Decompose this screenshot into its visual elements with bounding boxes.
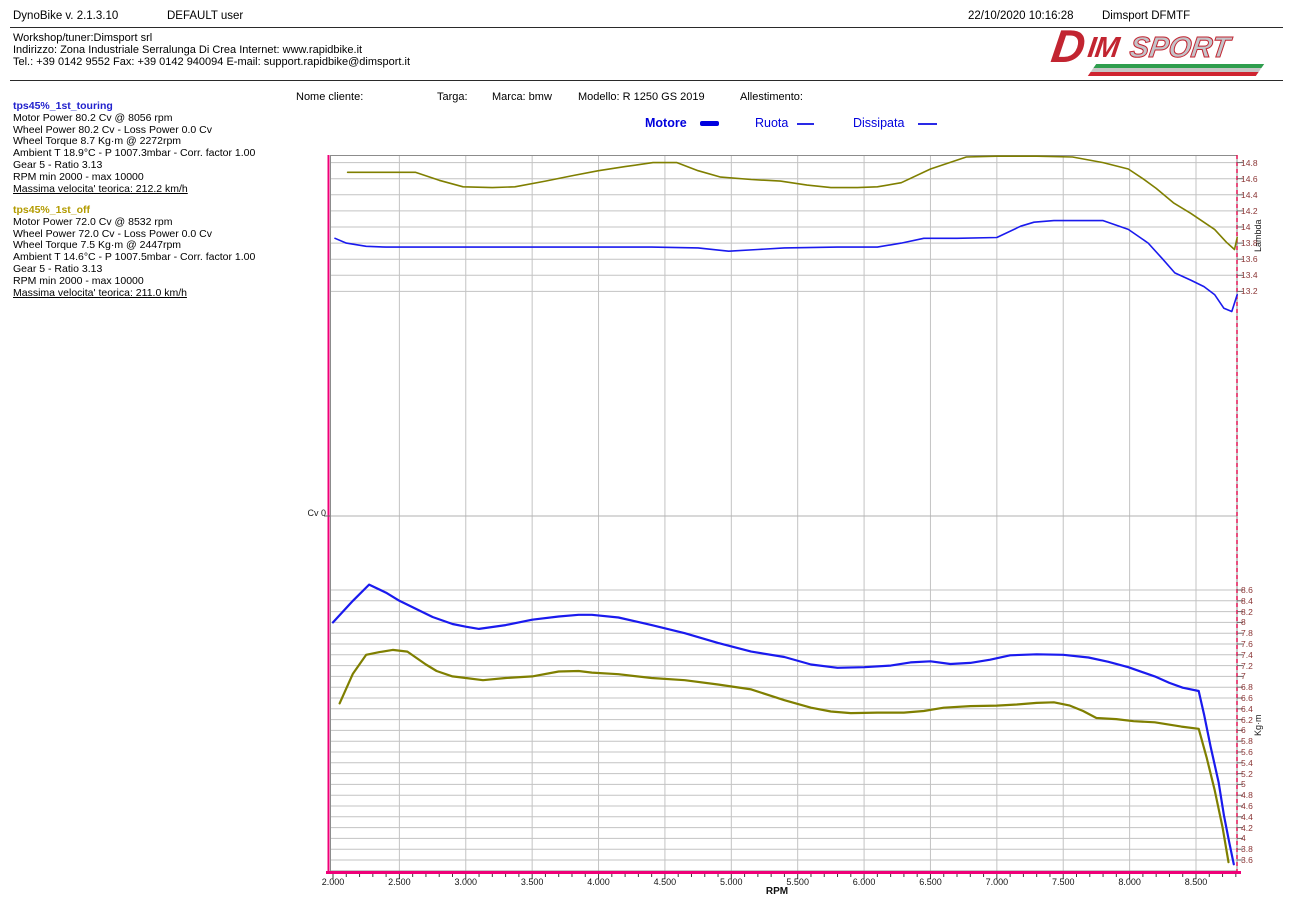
legend-line-dissipata [918,123,937,125]
legend-line-motore [700,121,719,126]
x-tick-label: 4.500 [645,877,685,887]
torque-tick-label: 5.4 [1241,758,1253,768]
x-tick-label: 2.500 [379,877,419,887]
x-tick-label: 7.000 [977,877,1017,887]
x-tick-label: 3.500 [512,877,552,887]
header-divider-bottom [10,80,1283,81]
x-tick-label: 6.000 [844,877,884,887]
x-tick-label: 7.500 [1043,877,1083,887]
lambda-tick-label: 14.8 [1241,158,1258,168]
run-summary-touring: tps45%_1st_touring Motor Power 80.2 Cv @… [13,101,313,195]
legend-item-dissipata: Dissipata [853,116,904,130]
torque-tick-label: 5.8 [1241,736,1253,746]
run-summary-off: tps45%_1st_off Motor Power 72.0 Cv @ 853… [13,205,313,299]
x-tick-label: 8.000 [1110,877,1150,887]
run-motor-power: Motor Power 72.0 Cv @ 8532 rpm [13,217,313,229]
lambda-tick-label: 13.2 [1241,286,1258,296]
run-gear-ratio: Gear 5 - Ratio 3.13 [13,264,313,276]
torque-tick-label: 8 [1241,617,1246,627]
run-max-speed: Massima velocita' teorica: 212.2 km/h [13,184,313,196]
app-title: DynoBike v. 2.1.3.10 [13,10,118,22]
legend-item-motore: Motore [645,116,687,130]
lambda-tick-label: 14.2 [1241,206,1258,216]
torque-tick-label: 3.6 [1241,855,1253,865]
logo-sport-text: SPORT [1128,34,1231,63]
run-max-speed: Massima velocita' teorica: 211.0 km/h [13,288,313,300]
torque-tick-label: 7.6 [1241,639,1253,649]
logo-stripes [1088,64,1264,76]
power-axis-zero-label: Cv 0 [276,508,326,518]
dimsport-logo: D IM SPORT [1040,27,1258,77]
contact-line: Tel.: +39 0142 9552 Fax: +39 0142 940094… [13,56,410,68]
logo-dim-im: IM [1086,34,1120,63]
torque-tick-label: 7 [1241,671,1246,681]
torque-tick-label: 6.2 [1241,715,1253,725]
lambda-tick-label: 13.6 [1241,254,1258,264]
torque-tick-label: 4.6 [1241,801,1253,811]
lambda-tick-label: 13.4 [1241,270,1258,280]
torque-tick-label: 6.4 [1241,704,1253,714]
torque-tick-label: 5.6 [1241,747,1253,757]
torque-tick-label: 4 [1241,833,1246,843]
torque-tick-label: 8.2 [1241,607,1253,617]
torque-tick-label: 5.2 [1241,769,1253,779]
current-user: DEFAULT user [167,10,243,22]
trim-label: Allestimento: [740,91,803,103]
x-axis-label: RPM [757,886,797,897]
brand-value: Marca: bmw [492,91,552,103]
plate-label: Targa: [437,91,468,103]
x-tick-label: 6.500 [910,877,950,887]
x-tick-label: 8.500 [1176,877,1216,887]
torque-tick-label: 6.6 [1241,693,1253,703]
torque-tick-label: 5 [1241,779,1246,789]
legend-item-ruota: Ruota [755,116,788,130]
dealer-name: Dimsport DFMTF [1102,10,1190,22]
torque-axis-label: Kg·m [1253,714,1263,736]
x-tick-label: 4.000 [579,877,619,887]
lambda-tick-label: 14.4 [1241,190,1258,200]
torque-tick-label: 7.4 [1241,650,1253,660]
torque-tick-label: 6 [1241,725,1246,735]
plot-border [331,156,1238,872]
lambda-tick-label: 14.6 [1241,174,1258,184]
run-gear-ratio: Gear 5 - Ratio 3.13 [13,160,313,172]
dynobike-report-window: DynoBike v. 2.1.3.10 DEFAULT user 22/10/… [0,0,1291,913]
torque-tick-label: 3.8 [1241,844,1253,854]
x-tick-label: 5.000 [711,877,751,887]
run-motor-power: Motor Power 80.2 Cv @ 8056 rpm [13,113,313,125]
torque-tick-label: 4.8 [1241,790,1253,800]
model-value: Modello: R 1250 GS 2019 [578,91,705,103]
legend-line-ruota [797,123,814,125]
curve-lambda-off [348,156,1238,249]
curve-torque-off [340,650,1229,862]
workshop-line: Workshop/tuner:Dimsport srl [13,32,152,44]
lambda-tick-label: 14 [1241,222,1250,232]
torque-tick-label: 6.8 [1241,682,1253,692]
torque-tick-label: 4.2 [1241,823,1253,833]
logo-stripe-red [1088,72,1259,76]
lambda-axis-label: Lambda [1253,219,1263,252]
x-tick-label: 2.000 [313,877,353,887]
torque-tick-label: 8.4 [1241,596,1253,606]
curve-lambda-touring [335,221,1237,312]
torque-tick-label: 7.2 [1241,661,1253,671]
x-tick-label: 3.000 [446,877,486,887]
logo-dim-d: D [1049,23,1089,69]
run-rpm-range: RPM min 2000 - max 10000 [13,172,313,184]
curve-torque-touring [333,585,1234,865]
address-line: Indirizzo: Zona Industriale Serralunga D… [13,44,362,56]
torque-tick-label: 7.8 [1241,628,1253,638]
run-rpm-range: RPM min 2000 - max 10000 [13,276,313,288]
torque-tick-label: 8.6 [1241,585,1253,595]
torque-tick-label: 4.4 [1241,812,1253,822]
